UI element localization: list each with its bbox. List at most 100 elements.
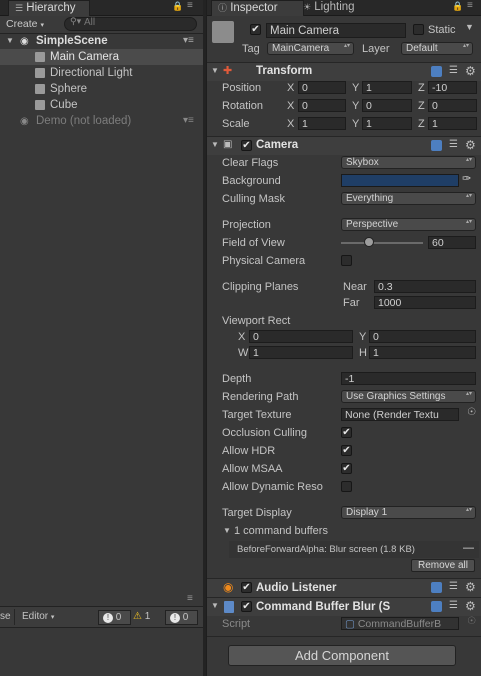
target-texture-field[interactable]: None (Render Textu <box>341 408 459 421</box>
expand-arrow-icon[interactable]: ▼ <box>6 33 14 49</box>
gear-icon[interactable]: ⚙ <box>465 138 476 152</box>
expand-arrow-icon[interactable]: ▼ <box>211 601 219 610</box>
expand-arrow-icon[interactable]: ▼ <box>211 66 219 75</box>
panel-menu-icon[interactable]: ≡ <box>187 593 193 604</box>
preset-sliders-icon[interactable]: ☰ <box>449 65 458 76</box>
hierarchy-item-cube[interactable]: Cube <box>0 97 203 113</box>
transform-header[interactable]: ▼ ✚ Transform ☰ ⚙ <box>207 62 481 81</box>
projection-dropdown[interactable]: Perspective <box>341 218 476 231</box>
tab-inspector[interactable]: ⓘ Inspector <box>211 0 304 16</box>
allow-msaa-checkbox[interactable] <box>341 463 352 474</box>
position-x-field[interactable]: 0 <box>298 81 346 94</box>
object-picker-icon[interactable]: ☉ <box>467 407 476 418</box>
editor-label: Editor <box>22 611 49 622</box>
near-field[interactable]: 0.3 <box>374 280 476 293</box>
position-y-field[interactable]: 1 <box>362 81 412 94</box>
hierarchy-item-sphere[interactable]: Sphere <box>0 81 203 97</box>
active-checkbox[interactable] <box>250 24 261 35</box>
far-field[interactable]: 1000 <box>374 296 476 309</box>
rotation-y-field[interactable]: 0 <box>362 99 412 112</box>
clear-flags-dropdown[interactable]: Skybox <box>341 156 476 169</box>
tag-dropdown[interactable]: MainCamera <box>267 42 354 55</box>
preset-sliders-icon[interactable]: ☰ <box>449 600 458 611</box>
viewport-w-field[interactable]: 1 <box>249 346 353 359</box>
layer-dropdown[interactable]: Default <box>401 42 473 55</box>
tab-hierarchy[interactable]: ☰ Hierarchy <box>8 0 90 16</box>
editor-dropdown[interactable]: Editor ▾ <box>22 611 54 622</box>
x-axis-label: X <box>287 82 295 94</box>
scale-x-field[interactable]: 1 <box>298 117 346 130</box>
camera-enabled-checkbox[interactable] <box>241 140 252 151</box>
rotation-z-field[interactable]: 0 <box>428 99 477 112</box>
gear-icon[interactable]: ⚙ <box>465 599 476 613</box>
static-dropdown-arrow-icon[interactable]: ▼ <box>465 22 474 32</box>
fov-field[interactable]: 60 <box>428 236 476 249</box>
camera-header[interactable]: ▼ ▣ Camera ☰ ⚙ <box>207 136 481 155</box>
command-buffer-blur-header[interactable]: ▼ Command Buffer Blur (S ☰ ⚙ <box>207 597 481 616</box>
fov-slider-handle[interactable] <box>364 237 374 247</box>
target-display-label: Target Display <box>222 507 292 519</box>
object-name-field[interactable]: Main Camera <box>266 23 406 38</box>
error-icon: ! <box>170 613 180 623</box>
position-z-field[interactable]: -10 <box>428 81 477 94</box>
expand-arrow-icon[interactable]: ▼ <box>223 526 231 535</box>
gear-icon[interactable]: ⚙ <box>465 580 476 594</box>
tab-inspector-label: Inspector <box>230 2 278 14</box>
audio-listener-enabled-checkbox[interactable] <box>241 582 252 593</box>
command-buffer-blur-enabled-checkbox[interactable] <box>241 601 252 612</box>
audio-listener-header[interactable]: ◉ Audio Listener ☰ ⚙ <box>207 578 481 597</box>
console-cut-label[interactable]: se <box>0 611 11 622</box>
fov-label: Field of View <box>222 237 285 249</box>
viewport-rect-label: Viewport Rect <box>222 315 291 327</box>
eyedropper-icon[interactable]: ✑ <box>462 172 471 185</box>
clipping-planes-label: Clipping Planes <box>222 281 299 293</box>
viewport-h-field[interactable]: 1 <box>369 346 476 359</box>
remove-all-button[interactable]: Remove all <box>411 559 475 572</box>
help-book-icon[interactable] <box>431 66 442 77</box>
background-label: Background <box>222 175 281 187</box>
viewport-y-field[interactable]: 0 <box>369 330 476 343</box>
hierarchy-item-main-camera[interactable]: Main Camera <box>0 49 203 65</box>
scale-z-field[interactable]: 1 <box>428 117 477 130</box>
help-book-icon[interactable] <box>431 601 442 612</box>
scale-y-field[interactable]: 1 <box>362 117 412 130</box>
depth-field[interactable]: -1 <box>341 372 476 385</box>
rendering-path-dropdown[interactable]: Use Graphics Settings <box>341 390 476 403</box>
add-component-button[interactable]: Add Component <box>228 645 456 666</box>
preset-sliders-icon[interactable]: ☰ <box>449 139 458 150</box>
hierarchy-search[interactable]: ⚲▾ All <box>64 16 197 31</box>
target-display-dropdown[interactable]: Display 1 <box>341 506 476 519</box>
remove-buffer-icon[interactable]: — <box>463 542 474 554</box>
culling-mask-dropdown[interactable]: Everything <box>341 192 476 205</box>
fov-slider-track[interactable] <box>341 242 423 244</box>
help-book-icon[interactable] <box>431 582 442 593</box>
scene-menu-icon[interactable]: ▾≡ <box>183 33 194 49</box>
preset-sliders-icon[interactable]: ☰ <box>449 581 458 592</box>
physical-camera-checkbox[interactable] <box>341 255 352 266</box>
unloaded-scene-row[interactable]: ◉ Demo (not loaded) ▾≡ <box>0 113 203 129</box>
static-checkbox[interactable] <box>413 24 424 35</box>
rotation-x-field[interactable]: 0 <box>298 99 346 112</box>
expand-arrow-icon[interactable]: ▼ <box>211 140 219 149</box>
tab-lighting[interactable]: ☀ Lighting <box>297 0 379 15</box>
lock-icon[interactable]: 🔒 <box>452 1 463 12</box>
background-color-swatch[interactable] <box>341 174 459 187</box>
panel-menu-icon[interactable]: ≡ <box>187 0 193 11</box>
hierarchy-item-directional-light[interactable]: Directional Light <box>0 65 203 81</box>
allow-dynamic-resolution-checkbox[interactable] <box>341 481 352 492</box>
item-label: Sphere <box>50 83 88 95</box>
error-filter-button[interactable]: ! 0 <box>165 610 198 625</box>
gear-icon[interactable]: ⚙ <box>465 64 476 78</box>
scene-row[interactable]: ▼ ◉ SimpleScene ▾≡ <box>0 33 203 49</box>
create-dropdown[interactable]: Create ▾ <box>6 18 44 30</box>
allow-hdr-checkbox[interactable] <box>341 445 352 456</box>
warning-filter-button[interactable]: ⚠ 1 <box>133 610 163 623</box>
hierarchy-tab-bar: ☰ Hierarchy 🔒 ≡ <box>0 0 203 16</box>
viewport-x-field[interactable]: 0 <box>249 330 353 343</box>
help-book-icon[interactable] <box>431 140 442 151</box>
scene-menu-icon[interactable]: ▾≡ <box>183 113 194 129</box>
lock-icon[interactable]: 🔒 <box>172 1 183 12</box>
occlusion-culling-checkbox[interactable] <box>341 427 352 438</box>
panel-menu-icon[interactable]: ≡ <box>467 0 473 11</box>
info-filter-button[interactable]: ! 0 <box>98 610 131 625</box>
